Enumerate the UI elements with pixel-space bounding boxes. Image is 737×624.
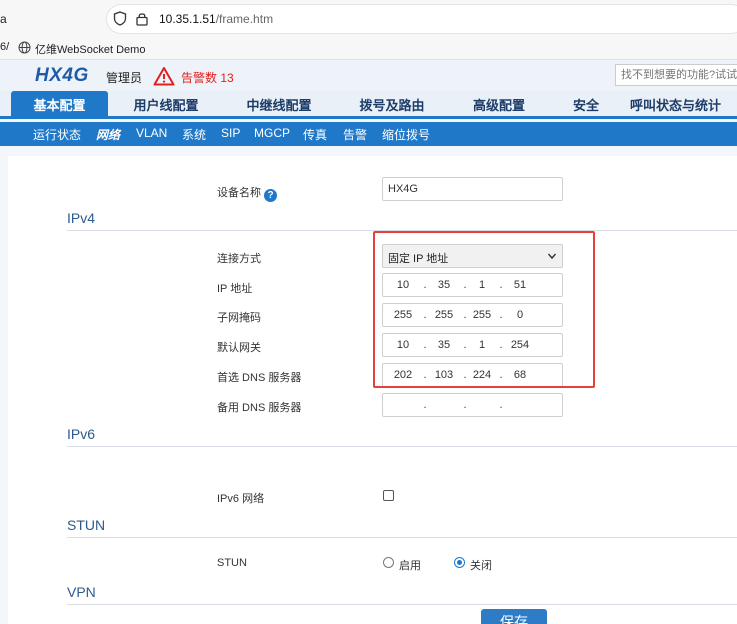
tab-user-line-config[interactable]: 用户线配置 — [118, 91, 214, 119]
subnav-fax[interactable]: 传真 — [303, 126, 327, 143]
browser-address-bar: a 10.35.1.51/frame.htm — [0, 0, 737, 36]
subnav-sip[interactable]: SIP — [221, 126, 240, 140]
section-divider — [67, 537, 737, 538]
stun-disable-radio[interactable] — [454, 557, 465, 568]
annotation-highlight-box — [373, 231, 595, 388]
ip-dot: . — [499, 399, 503, 411]
subnet-mask-label: 子网掩码 — [217, 312, 261, 324]
url-host: 10.35.1.51 — [159, 12, 216, 26]
url-text[interactable]: 10.35.1.51/frame.htm — [159, 12, 273, 26]
ip-dot: . — [463, 399, 467, 411]
gateway-label: 默认网关 — [217, 342, 261, 354]
vpn-section-title: VPN — [67, 584, 96, 600]
stun-enable-label[interactable]: 启用 — [399, 557, 421, 573]
secondary-dns-field[interactable]: . . . — [382, 393, 563, 417]
ipv6-section-title: IPv6 — [67, 426, 96, 442]
stun-disable-label[interactable]: 关闭 — [470, 557, 492, 573]
globe-icon — [18, 41, 31, 54]
ipv6-network-checkbox[interactable] — [383, 490, 394, 501]
main-nav: 基本配置 用户线配置 中继线配置 拨号及路由 高级配置 安全 呼叫状态与统计 — [0, 91, 737, 119]
stun-enable-radio[interactable] — [383, 557, 394, 568]
ip-dot: . — [423, 399, 427, 411]
warning-icon[interactable] — [153, 66, 175, 86]
bookmarks-bar: 6/ 亿维WebSocket Demo — [0, 36, 737, 60]
tab-basic-config[interactable]: 基本配置 — [11, 91, 108, 119]
ipv4-section-title: IPv4 — [67, 210, 96, 226]
subnav-system[interactable]: 系统 — [182, 126, 206, 143]
function-search-input[interactable] — [615, 64, 737, 86]
subnav-speed-dial[interactable]: 缩位拨号 — [382, 126, 430, 143]
subnav-vlan[interactable]: VLAN — [136, 126, 167, 140]
ipv6-network-label: IPv6 网络 — [217, 493, 265, 505]
tab-advanced-config[interactable]: 高级配置 — [458, 91, 540, 119]
secondary-dns-label: 备用 DNS 服务器 — [217, 402, 302, 414]
connection-type-label: 连接方式 — [217, 253, 261, 265]
previous-tab-fragment[interactable]: a — [0, 12, 7, 26]
save-button[interactable]: 保存 — [481, 609, 547, 624]
bookmark-fragment[interactable]: 6/ — [0, 41, 9, 53]
primary-dns-label: 首选 DNS 服务器 — [217, 372, 302, 384]
subnav-mgcp[interactable]: MGCP — [254, 126, 290, 140]
subnav-network[interactable]: 网络 — [96, 126, 120, 143]
device-name-label: 设备名称? — [217, 184, 277, 202]
bookmark-websocket-demo[interactable]: 亿维WebSocket Demo — [35, 41, 145, 57]
device-name-field[interactable] — [382, 177, 563, 201]
tab-dialing-routing[interactable]: 拨号及路由 — [344, 91, 440, 119]
section-divider — [67, 446, 737, 447]
alarm-count[interactable]: 告警数 13 — [181, 69, 234, 86]
ip-address-label: IP 地址 — [217, 283, 253, 295]
stun-label: STUN — [217, 557, 247, 569]
tab-call-status[interactable]: 呼叫状态与统计 — [630, 91, 737, 119]
content-panel — [8, 156, 737, 624]
lock-icon[interactable] — [135, 11, 149, 26]
user-role: 管理员 — [106, 71, 143, 85]
app-header: HX4G 管理员 告警数 13 — [0, 60, 737, 91]
url-path: /frame.htm — [215, 12, 274, 26]
device-name-label-text: 设备名称 — [217, 187, 261, 199]
brand-logo: HX4G — [35, 65, 89, 86]
section-divider — [67, 604, 737, 605]
help-icon[interactable]: ? — [264, 189, 277, 202]
stun-section-title: STUN — [67, 517, 106, 533]
shield-icon[interactable] — [113, 11, 127, 26]
subnav-alarm[interactable]: 告警 — [343, 126, 367, 143]
subnav-status[interactable]: 运行状态 — [33, 126, 81, 143]
sub-nav: 运行状态 网络 VLAN 系统 SIP MGCP 传真 告警 缩位拨号 — [0, 122, 737, 146]
tab-trunk-config[interactable]: 中继线配置 — [231, 91, 327, 119]
tab-security[interactable]: 安全 — [558, 91, 614, 119]
